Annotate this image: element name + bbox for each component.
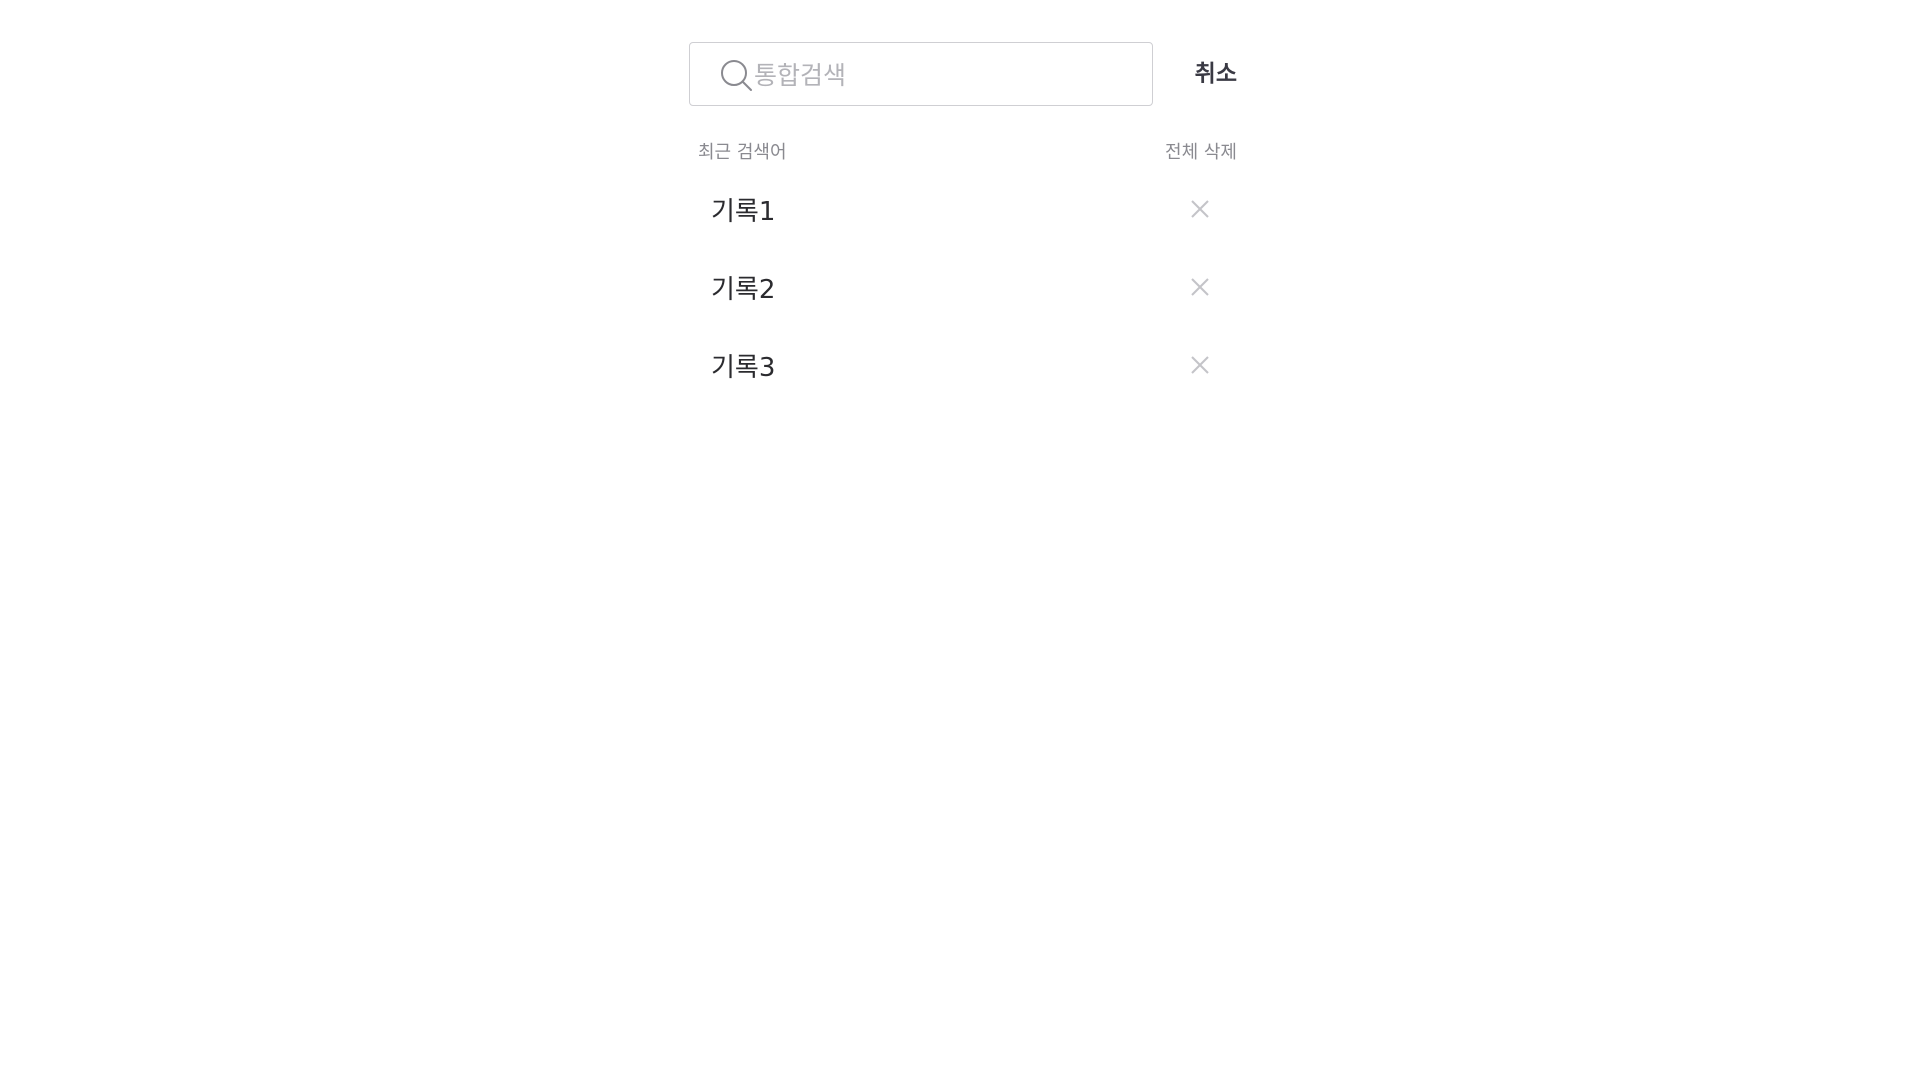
- recent-search-item-label[interactable]: 기록3: [711, 350, 775, 386]
- close-icon[interactable]: [1189, 276, 1211, 298]
- search-panel: 취소 최근 검색어 전체 삭제 기록1 기록2 기록3: [689, 42, 1237, 383]
- close-icon[interactable]: [1189, 198, 1211, 220]
- clear-all-button[interactable]: 전체 삭제: [1165, 140, 1237, 166]
- recent-search-item-label[interactable]: 기록1: [711, 194, 775, 230]
- search-input[interactable]: [754, 53, 1134, 97]
- search-field[interactable]: [689, 42, 1153, 106]
- recent-searches-title: 최근 검색어: [698, 142, 787, 163]
- recent-searches-list: 기록1 기록2 기록3: [689, 194, 1237, 428]
- close-icon[interactable]: [1189, 354, 1211, 376]
- search-bar: 취소: [689, 42, 1237, 108]
- list-item: 기록3: [689, 350, 1237, 428]
- recent-search-item-label[interactable]: 기록2: [711, 272, 775, 308]
- list-item: 기록2: [689, 272, 1237, 350]
- search-icon: [721, 60, 752, 91]
- cancel-button[interactable]: 취소: [1195, 58, 1237, 90]
- list-item: 기록1: [689, 194, 1237, 272]
